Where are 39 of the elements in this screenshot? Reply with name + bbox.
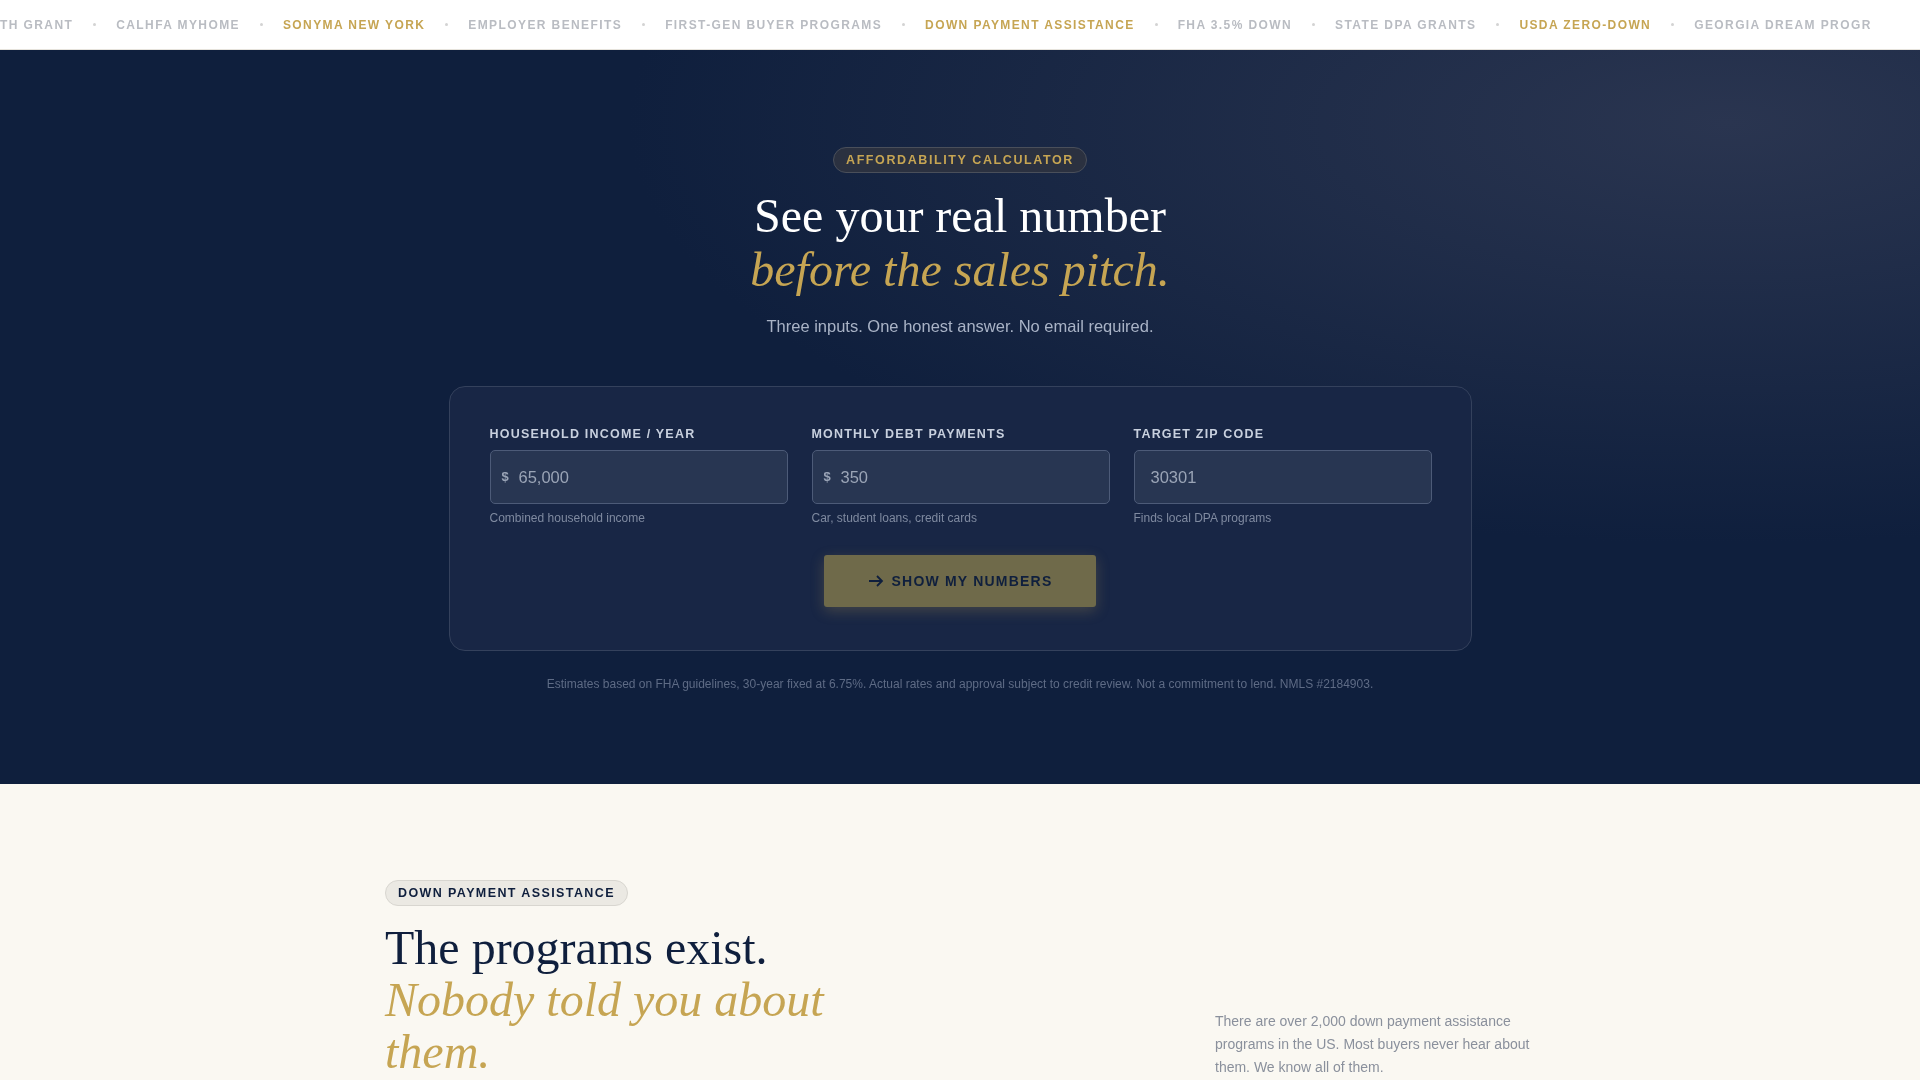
section-badge: DOWN PAYMENT ASSISTANCE [385, 880, 628, 906]
field-hint: Car, student loans, credit cards [811, 511, 978, 525]
show-numbers-button[interactable]: SHOW MY NUMBERS [824, 555, 1096, 607]
hero-title-accent: before the sales pitch. [750, 243, 1170, 297]
separator-dot [1671, 23, 1675, 26]
ticker-item: TH GRANT [0, 17, 74, 32]
field-label: MONTHLY DEBT PAYMENTS [811, 427, 1007, 441]
hero-title: See your real number [754, 189, 1166, 243]
separator-dot [445, 23, 449, 26]
disclaimer-text: Estimates based on FHA guidelines, 30-year fixed at 6.75%. Actual rates and approval subject to credit review. Not a commitment to lend. NMLS #2184903. [546, 677, 1374, 691]
separator-dot [902, 23, 906, 26]
ticker-item: STATE DPA GRANTS [1335, 17, 1477, 32]
field-label: HOUSEHOLD INCOME / YEAR [489, 427, 697, 441]
ticker-item: FHA 3.5% DOWN [1177, 17, 1293, 32]
section-badge: AFFORDABILITY CALCULATOR [833, 147, 1087, 173]
ticker-item: CALHFA MYHOME [116, 17, 240, 32]
separator-dot [1154, 23, 1158, 26]
field-hint: Finds local DPA programs [1133, 511, 1273, 525]
separator-dot [1312, 23, 1316, 26]
section-description: There are over 2,000 down payment assistance programs in the US. Most buyers never hear about them. We know all of them. [1215, 1012, 1531, 1077]
currency-prefix: $ [823, 469, 831, 484]
ticker-item: USDA ZERO-DOWN [1519, 17, 1652, 32]
hero-subtitle: Three inputs. One honest answer. No email required. [766, 317, 1154, 336]
ticker-item: EMPLOYER BENEFITS [468, 17, 623, 32]
separator-dot [259, 23, 263, 26]
currency-prefix: $ [501, 469, 509, 484]
ticker-item: DOWN PAYMENT ASSISTANCE [925, 17, 1135, 32]
section-title: The programs exist. [385, 922, 769, 974]
separator-dot [1496, 23, 1500, 26]
ticker-item: FIRST-GEN BUYER PROGRAMS [665, 17, 883, 32]
separator-dot [93, 23, 97, 26]
ticker-item: SONYMA NEW YORK [282, 17, 426, 32]
arrow-right-icon [867, 573, 884, 589]
input-field[interactable]: 30301 [1133, 450, 1432, 504]
ticker-item: GEORGIA DREAM PROGR [1694, 17, 1872, 32]
field-hint: Combined household income [489, 511, 646, 525]
section-title-accent: Nobody told you about them. [385, 974, 826, 1078]
separator-dot [642, 23, 646, 26]
field-label: TARGET ZIP CODE [1133, 427, 1266, 441]
